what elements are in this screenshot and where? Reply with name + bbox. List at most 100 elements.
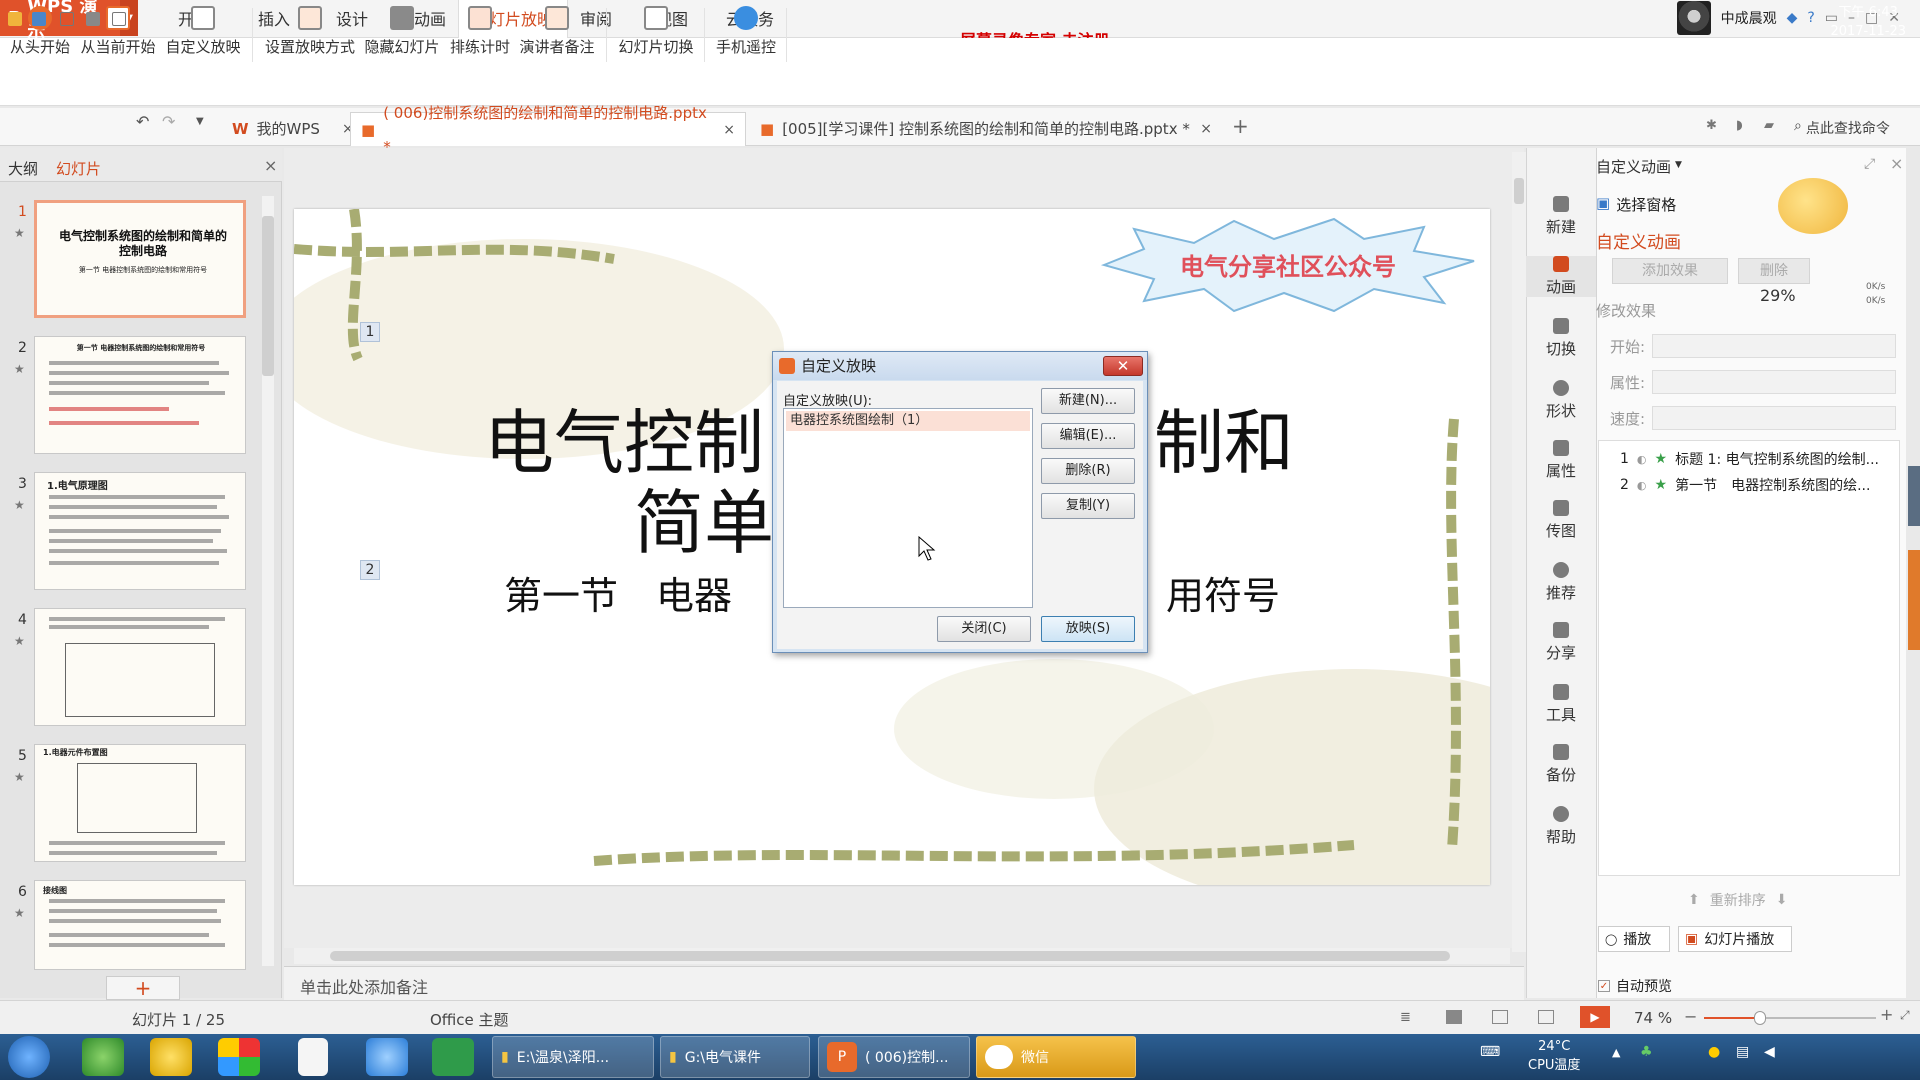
new-tab-plus-icon[interactable]: + <box>1232 114 1249 138</box>
animation-list-item[interactable]: 1 ◐ ★ 标题 1: 电气控制系统图的绘制... <box>1608 448 1900 470</box>
comment-icon[interactable]: ▰ <box>1764 118 1774 133</box>
auto-preview-checkbox[interactable]: ✓ 自动预览 <box>1598 976 1672 996</box>
undo-icon[interactable]: ↶ <box>136 112 149 131</box>
delete-effect-button[interactable]: 删除 <box>1738 258 1810 284</box>
delete-show-button[interactable]: 删除(R) <box>1041 458 1135 484</box>
quick-access-dropdown-icon[interactable]: ▼ <box>196 116 204 127</box>
edit-show-button[interactable]: 编辑(E)... <box>1041 423 1135 449</box>
animation-order-badge[interactable]: 2 <box>360 560 380 580</box>
slide-sorter-icon[interactable] <box>1492 1010 1508 1024</box>
slide-thumbnail-2[interactable]: 第一节 电器控制系统图的绘制和常用符号 <box>34 336 246 454</box>
taskbar-window-explorer-2[interactable]: ▮ G:\电气课件 <box>660 1036 810 1078</box>
add-effect-button[interactable]: 添加效果 <box>1612 258 1728 284</box>
chrome-icon[interactable] <box>218 1038 260 1076</box>
dialog-close-icon[interactable]: ✕ <box>1103 356 1143 376</box>
find-command-box[interactable]: ⌕ 点此查找命令 <box>1794 118 1890 138</box>
qq-browser-icon[interactable] <box>366 1038 408 1076</box>
zoom-in-icon[interactable]: + <box>1880 1005 1893 1024</box>
taskbar-window-explorer-1[interactable]: ▮ E:\温泉\泽阳... <box>492 1036 654 1078</box>
move-up-icon[interactable]: ⬆ <box>1688 892 1700 908</box>
tray-security-icon[interactable]: ● <box>1708 1044 1720 1060</box>
notepad-icon[interactable] <box>298 1038 328 1076</box>
close-panel-icon[interactable]: × <box>1890 154 1903 173</box>
slide-vertical-scroll-thumb[interactable] <box>1514 178 1524 204</box>
save-icon[interactable] <box>32 12 46 26</box>
rt-property-button[interactable]: 属性 <box>1526 440 1596 481</box>
rt-shape-button[interactable]: 形状 <box>1526 380 1596 421</box>
user-name[interactable]: 中成晨观 <box>1721 8 1777 28</box>
slide-vertical-scrollbar[interactable] <box>1512 152 1526 952</box>
close-pane-icon[interactable]: × <box>264 156 277 175</box>
reorder-control[interactable]: ⬆ 重新排序 ⬇ <box>1688 888 1804 912</box>
start-button-icon[interactable] <box>8 1036 50 1078</box>
slide-thumbnail-3[interactable]: 1.电气原理图 <box>34 472 246 590</box>
system-clock[interactable]: 下午 6:43 2017-11-23 <box>1830 3 1906 41</box>
speed-select[interactable] <box>1652 406 1896 430</box>
browser-icon[interactable] <box>82 1038 124 1076</box>
tab-document-005[interactable]: ■ [005][学习课件] 控制系统图的绘制和简单的控制电路.pptx * × <box>750 112 1222 146</box>
custom-show-button[interactable]: 自定义放映 <box>164 6 242 64</box>
green-app-icon[interactable] <box>432 1038 474 1076</box>
open-icon[interactable] <box>8 12 22 26</box>
notes-area[interactable]: 单击此处添加备注 <box>284 966 1524 1000</box>
taskbar-window-wechat[interactable]: 微信 <box>976 1036 1136 1078</box>
side-widget-tab[interactable] <box>1908 550 1920 650</box>
network-icon[interactable]: ▤ <box>1736 1044 1749 1060</box>
add-slide-button[interactable]: + <box>106 976 180 1000</box>
slide-transition-button[interactable]: 幻灯片切换 <box>614 6 698 64</box>
slide-title-part[interactable]: 简单 <box>634 467 774 568</box>
preview-icon[interactable] <box>112 12 126 26</box>
show-button[interactable]: 放映(S) <box>1041 616 1135 642</box>
setup-show-button[interactable]: 设置放映方式 <box>262 6 358 64</box>
rt-share-button[interactable]: 分享 <box>1526 622 1596 663</box>
property-select[interactable] <box>1652 370 1896 394</box>
close-tab-icon[interactable]: × <box>1200 112 1212 146</box>
animation-list-item[interactable]: 2 ◐ ★ 第一节 电器控制系统图的绘... <box>1608 474 1900 496</box>
help-icon[interactable]: ? <box>1807 10 1814 26</box>
tab-my-wps[interactable]: W 我的WPS × <box>222 112 364 146</box>
avatar[interactable] <box>1676 1 1711 35</box>
tab-slides[interactable]: 幻灯片 <box>56 158 101 179</box>
slide-thumbnail-4[interactable] <box>34 608 246 726</box>
slideshow-play-button[interactable]: ▣ 幻灯片播放 <box>1678 926 1792 952</box>
rt-transition-button[interactable]: 切换 <box>1526 318 1596 359</box>
slides-scroll-thumb[interactable] <box>262 216 274 376</box>
copy-show-button[interactable]: 复制(Y) <box>1041 493 1135 519</box>
app-launcher-icon[interactable] <box>150 1038 192 1076</box>
slide-horizontal-scroll-thumb[interactable] <box>330 951 1450 961</box>
rt-new-button[interactable]: 新建 <box>1526 196 1596 237</box>
zoom-slider-thumb[interactable] <box>1754 1011 1766 1025</box>
tray-app-icon[interactable]: ♣ <box>1640 1044 1653 1060</box>
selection-pane-button[interactable]: ▣ 选择窗格 <box>1596 194 1676 215</box>
output-pdf-icon[interactable] <box>60 12 74 26</box>
tab-outline[interactable]: 大纲 <box>8 158 38 179</box>
reading-view-icon[interactable] <box>1538 1010 1554 1024</box>
share-icon[interactable]: ◗ <box>1736 118 1743 133</box>
notes-toggle-icon[interactable]: ≣ <box>1400 1010 1411 1025</box>
redo-icon[interactable]: ↷ <box>162 112 175 131</box>
slide-subtitle-part[interactable]: 用符号 <box>1166 565 1280 620</box>
slide-thumbnail-6[interactable]: 接线图 <box>34 880 246 970</box>
phone-remote-button[interactable]: 手机遥控 <box>712 6 780 64</box>
rt-recommend-button[interactable]: 推荐 <box>1526 562 1596 603</box>
zoom-out-icon[interactable]: − <box>1684 1007 1697 1026</box>
tab-document-006[interactable]: ■ ( 006)控制系统图的绘制和简单的控制电路.pptx * × <box>350 104 746 156</box>
close-dialog-button[interactable]: 关闭(C) <box>937 616 1031 642</box>
rt-backup-button[interactable]: 备份 <box>1526 744 1596 785</box>
fit-window-icon[interactable]: ⤢ <box>1900 1008 1910 1023</box>
rt-animation-button[interactable]: 动画 <box>1526 256 1596 297</box>
play-button[interactable]: ◯ 播放 <box>1598 926 1670 952</box>
side-widget-tab[interactable] <box>1908 466 1920 526</box>
dock-panel-icon[interactable]: ⤢ <box>1864 156 1875 172</box>
tray-expand-icon[interactable]: ▲ <box>1612 1046 1620 1059</box>
keyboard-icon[interactable]: ⌨ <box>1480 1044 1500 1060</box>
rt-upload-image-button[interactable]: 传图 <box>1526 500 1596 541</box>
rt-tools-button[interactable]: 工具 <box>1526 684 1596 725</box>
slide-thumbnail-5[interactable]: 1.电器元件布置图 <box>34 744 246 862</box>
close-tab-icon[interactable]: × <box>723 113 735 147</box>
hide-slide-button[interactable]: 隐藏幻灯片 <box>362 6 442 64</box>
slide-title-part[interactable]: 制和 <box>1154 387 1294 488</box>
play-slideshow-icon[interactable]: ▶ <box>1580 1006 1610 1028</box>
speaker-notes-button[interactable]: 演讲者备注 <box>516 6 598 64</box>
animation-order-badge[interactable]: 1 <box>360 322 380 342</box>
